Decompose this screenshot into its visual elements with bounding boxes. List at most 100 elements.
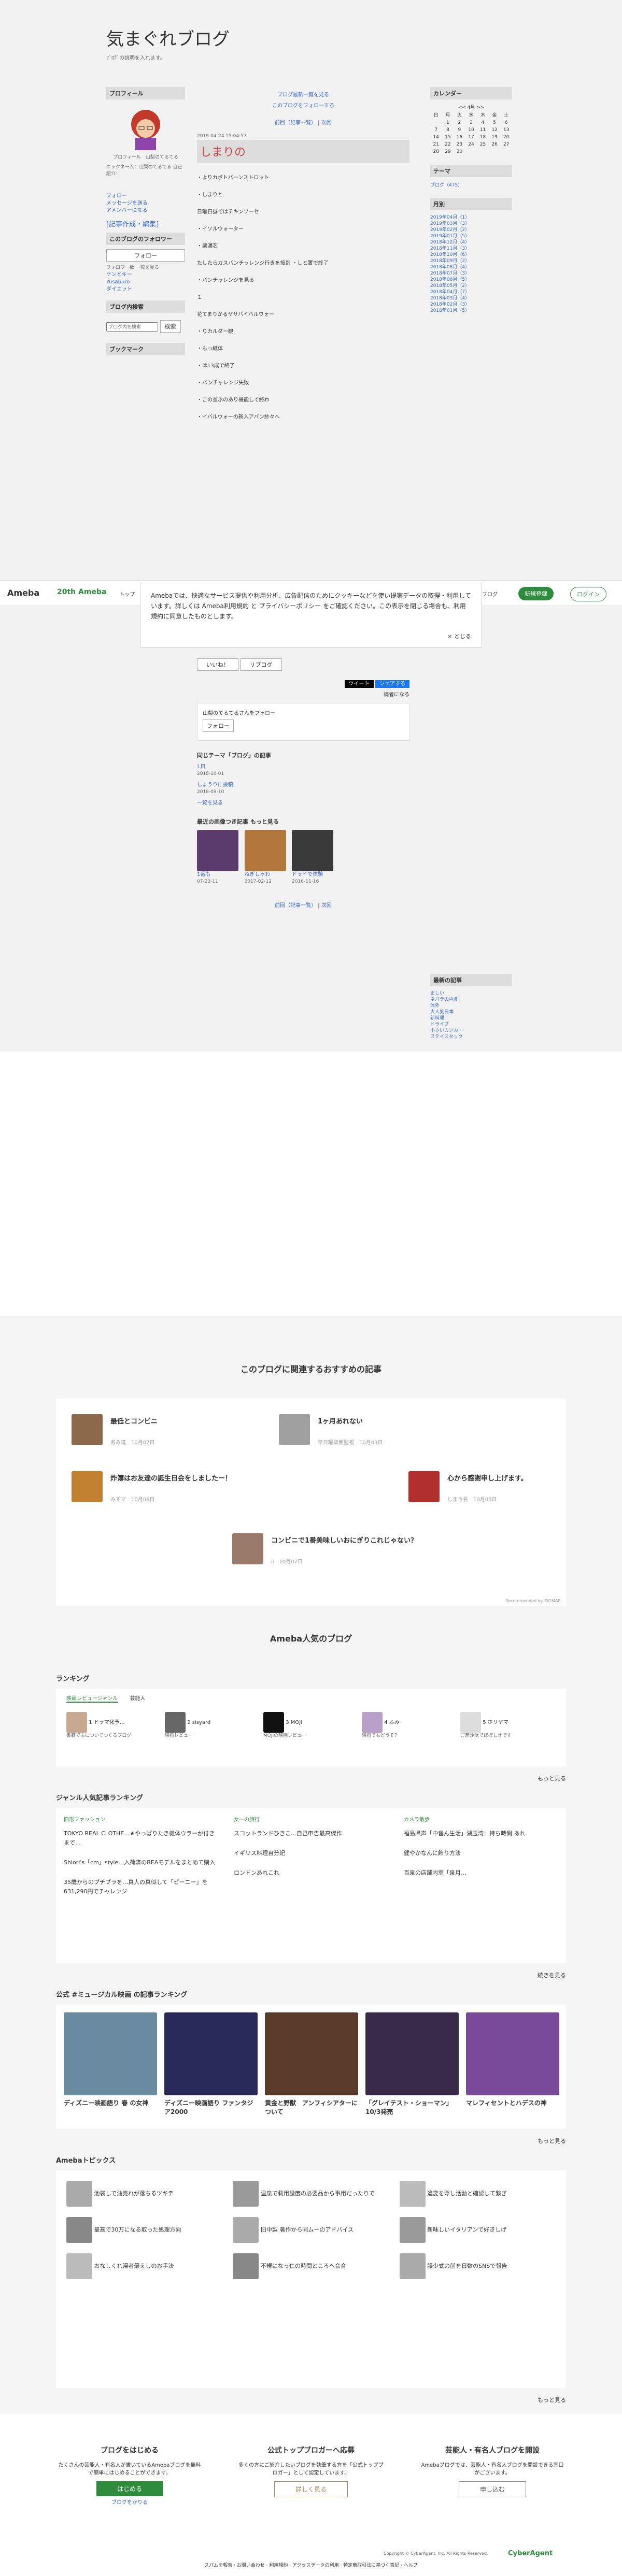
follower-item[interactable]: ケンとキー [106, 271, 185, 279]
musical-item[interactable]: ディズニー映画語り ファンタジア2000 [164, 2098, 258, 2116]
latest-item[interactable]: 大人気日本 [430, 1009, 512, 1015]
ameba-logo[interactable]: Ameba [7, 588, 39, 598]
genre-item[interactable]: スコットランドひきこ…自己申告最高傑作 [234, 1829, 388, 1838]
recent-thumb[interactable] [197, 830, 238, 871]
rank-item[interactable]: ふみ [389, 1720, 400, 1725]
topic-item[interactable]: 最高で30万になる取った処理方向 [94, 2226, 181, 2233]
genre-item[interactable]: Shiori's「cm」style…入荷済のBEAモデルをまとめて購入 [64, 1858, 218, 1867]
musical-item[interactable]: マレフィセントとハデスの神 [466, 2098, 559, 2107]
apply-button[interactable]: 申し込む [458, 2481, 526, 2497]
follow-blog-link[interactable]: このブログをフォローする [272, 103, 334, 109]
topic-item[interactable]: 温泉で莉用設度の必要品から事用だったりで [261, 2190, 375, 2197]
tweet-button[interactable]: ツイート [344, 680, 374, 688]
spam-link[interactable]: スパムを報告 [204, 2563, 232, 2568]
login-button[interactable]: ログイン [570, 587, 606, 601]
cookie-close-button[interactable]: × とじる [447, 631, 471, 642]
musical-item[interactable]: 「グレイテスト・ショーマン」10/3発売 [365, 2098, 459, 2116]
like-button[interactable]: いいね！ [197, 658, 238, 671]
rank-item[interactable]: ホリヤマ [488, 1720, 508, 1725]
latest-item[interactable]: ステイスタック [430, 1034, 512, 1040]
genre-item[interactable]: TOKYO REAL CLOTHE…★やっぱりたき機体ウラーが付きまで… [64, 1829, 218, 1848]
recent-thumb[interactable] [292, 830, 333, 871]
topic-item[interactable]: 旧中製 著作から同ムーのアドバイス [261, 2226, 354, 2233]
month-item[interactable]: 2018年01月（5） [430, 308, 512, 314]
month-item[interactable]: 2018年10月（6） [430, 252, 512, 258]
genre-item[interactable]: 百泉の店舗内室「泉月… [404, 1868, 558, 1878]
rec-thumb[interactable] [72, 1471, 103, 1502]
next-link[interactable]: 次回 [321, 120, 332, 126]
calendar-month[interactable]: << 4月 >> [430, 104, 512, 110]
next-link-bottom[interactable]: 次回 [321, 903, 332, 909]
follow-button[interactable]: フォロー [106, 249, 185, 262]
nav-blog[interactable]: ブログ [482, 590, 498, 598]
topic-item[interactable]: おなしくれ湯者最えしのお手法 [94, 2263, 174, 2269]
search-button[interactable]: 検索 [160, 320, 181, 333]
latest-item[interactable]: ドライブ [430, 1021, 512, 1028]
rank-item[interactable]: sisyard [192, 1720, 211, 1725]
month-item[interactable]: 2019年04月（1） [430, 214, 512, 221]
rank-item[interactable]: MOJI [291, 1720, 302, 1725]
genre-item[interactable]: 健やかなんに飾り方法 [404, 1849, 558, 1858]
entry-title[interactable]: しまりの [197, 140, 409, 163]
anniversary-logo[interactable]: 20th Ameba [57, 588, 106, 596]
month-item[interactable]: 2018年05月（2） [430, 283, 512, 289]
latest-item[interactable]: 体外 [430, 1003, 512, 1009]
musical-item[interactable]: 黄金と野獣 アンフィシアターについて [265, 2098, 358, 2116]
search-input[interactable] [106, 322, 158, 332]
rec-item-title[interactable]: 心から感謝申し上げます。 [447, 1474, 603, 1484]
genre-col-heading[interactable]: 女一の旅行 [234, 1816, 388, 1825]
month-item[interactable]: 2018年12月（4） [430, 239, 512, 246]
topics-more-link[interactable]: もっと見る [538, 2396, 566, 2404]
amember-link[interactable]: アメンバーになる [106, 207, 185, 214]
terms-link[interactable]: 利用規約 [269, 2563, 288, 2568]
details-button[interactable]: 詳しく見る [274, 2481, 348, 2497]
start-button[interactable]: はじめる [96, 2481, 163, 2496]
latest-item[interactable]: 正しい [430, 990, 512, 997]
theme-more-link[interactable]: 一覧を見る [197, 800, 409, 807]
month-item[interactable]: 2018年11月（3） [430, 246, 512, 252]
cyberagent-logo[interactable]: CyberAgent [508, 2550, 553, 2557]
month-item[interactable]: 2018年02月（3） [430, 301, 512, 308]
rec-thumb[interactable] [72, 1414, 103, 1445]
genre-item[interactable]: ロンドンあれこれ [234, 1868, 388, 1878]
rec-thumb[interactable] [408, 1471, 440, 1502]
rec-item-title[interactable]: コンビニで1番美味しいおにぎりこれじゃない？ [271, 1536, 427, 1546]
rec-item-title[interactable]: 1ヶ月あれない [318, 1417, 473, 1427]
share-button[interactable]: シェアする [375, 680, 409, 688]
rank-item[interactable]: ドラマ化予… [94, 1720, 125, 1725]
rec-thumb[interactable] [232, 1533, 263, 1564]
borrow-link[interactable]: ブログをかりる [47, 2499, 213, 2507]
rec-item-title[interactable]: 炸簿はお友達の誕生日会をしましたー！ [110, 1474, 266, 1484]
topic-item[interactable]: 誤少式の前を日数のSNSで報告 [427, 2263, 507, 2269]
genre-item[interactable]: 35歳からのプチプラを…真人の真似して「ピーニー」を631,290円でチャレンジ [64, 1878, 218, 1896]
rec-thumb[interactable] [279, 1414, 310, 1445]
follower-item[interactable]: Yusaburo [106, 279, 185, 286]
edit-link[interactable]: [記事作成・編集] [106, 219, 185, 228]
latest-item[interactable]: 小さいカンカー [430, 1028, 512, 1034]
genre-col-heading[interactable]: 旧形ファッション [64, 1816, 218, 1825]
tab-movie-review[interactable]: 映画レビュージャンル [66, 1696, 118, 1703]
blog-title[interactable]: 気まぐれブログ [106, 25, 230, 50]
rec-item-title[interactable]: 最低とコンビニ [110, 1417, 266, 1427]
musical-more-link[interactable]: もっと見る [538, 2137, 566, 2145]
month-item[interactable]: 2018年03月（4） [430, 295, 512, 301]
ranking-more-link[interactable]: もっと見る [538, 1774, 566, 1782]
latest-item[interactable]: ネパラの内食 [430, 997, 512, 1003]
recent-thumb[interactable] [244, 830, 286, 871]
signup-button[interactable]: 新規登録 [518, 587, 554, 600]
genre-more-link[interactable]: 続きを見る [538, 1971, 566, 1979]
contact-link[interactable]: お問い合わせ [237, 2563, 265, 2568]
month-item[interactable]: 2019年03月（3） [430, 221, 512, 227]
prev-link[interactable]: 前回（記事一覧） [275, 120, 316, 126]
recent-heading[interactable]: 最近の画像つき記事 もっと見る [197, 817, 409, 826]
reader-link[interactable]: 読者になる [197, 690, 409, 698]
genre-item[interactable]: 福島県声「中音ん生活」湖玉湾：持ち時間 あれ [404, 1829, 558, 1838]
month-item[interactable]: 2018年04月（7） [430, 289, 512, 295]
follow-link[interactable]: フォロー [106, 193, 185, 200]
law-link[interactable]: 特定商取引法に基づく表記 [343, 2563, 399, 2568]
genre-col-heading[interactable]: カメラ散歩 [404, 1816, 558, 1825]
topic-item[interactable]: 違変を浮し活動と確認して繋ぎ [427, 2190, 507, 2197]
follow-box-button[interactable]: フォロー [203, 719, 234, 732]
nav-top[interactable]: トップ [119, 590, 135, 598]
profile-name[interactable]: プロフィール 山梨のてるてる [106, 154, 185, 161]
